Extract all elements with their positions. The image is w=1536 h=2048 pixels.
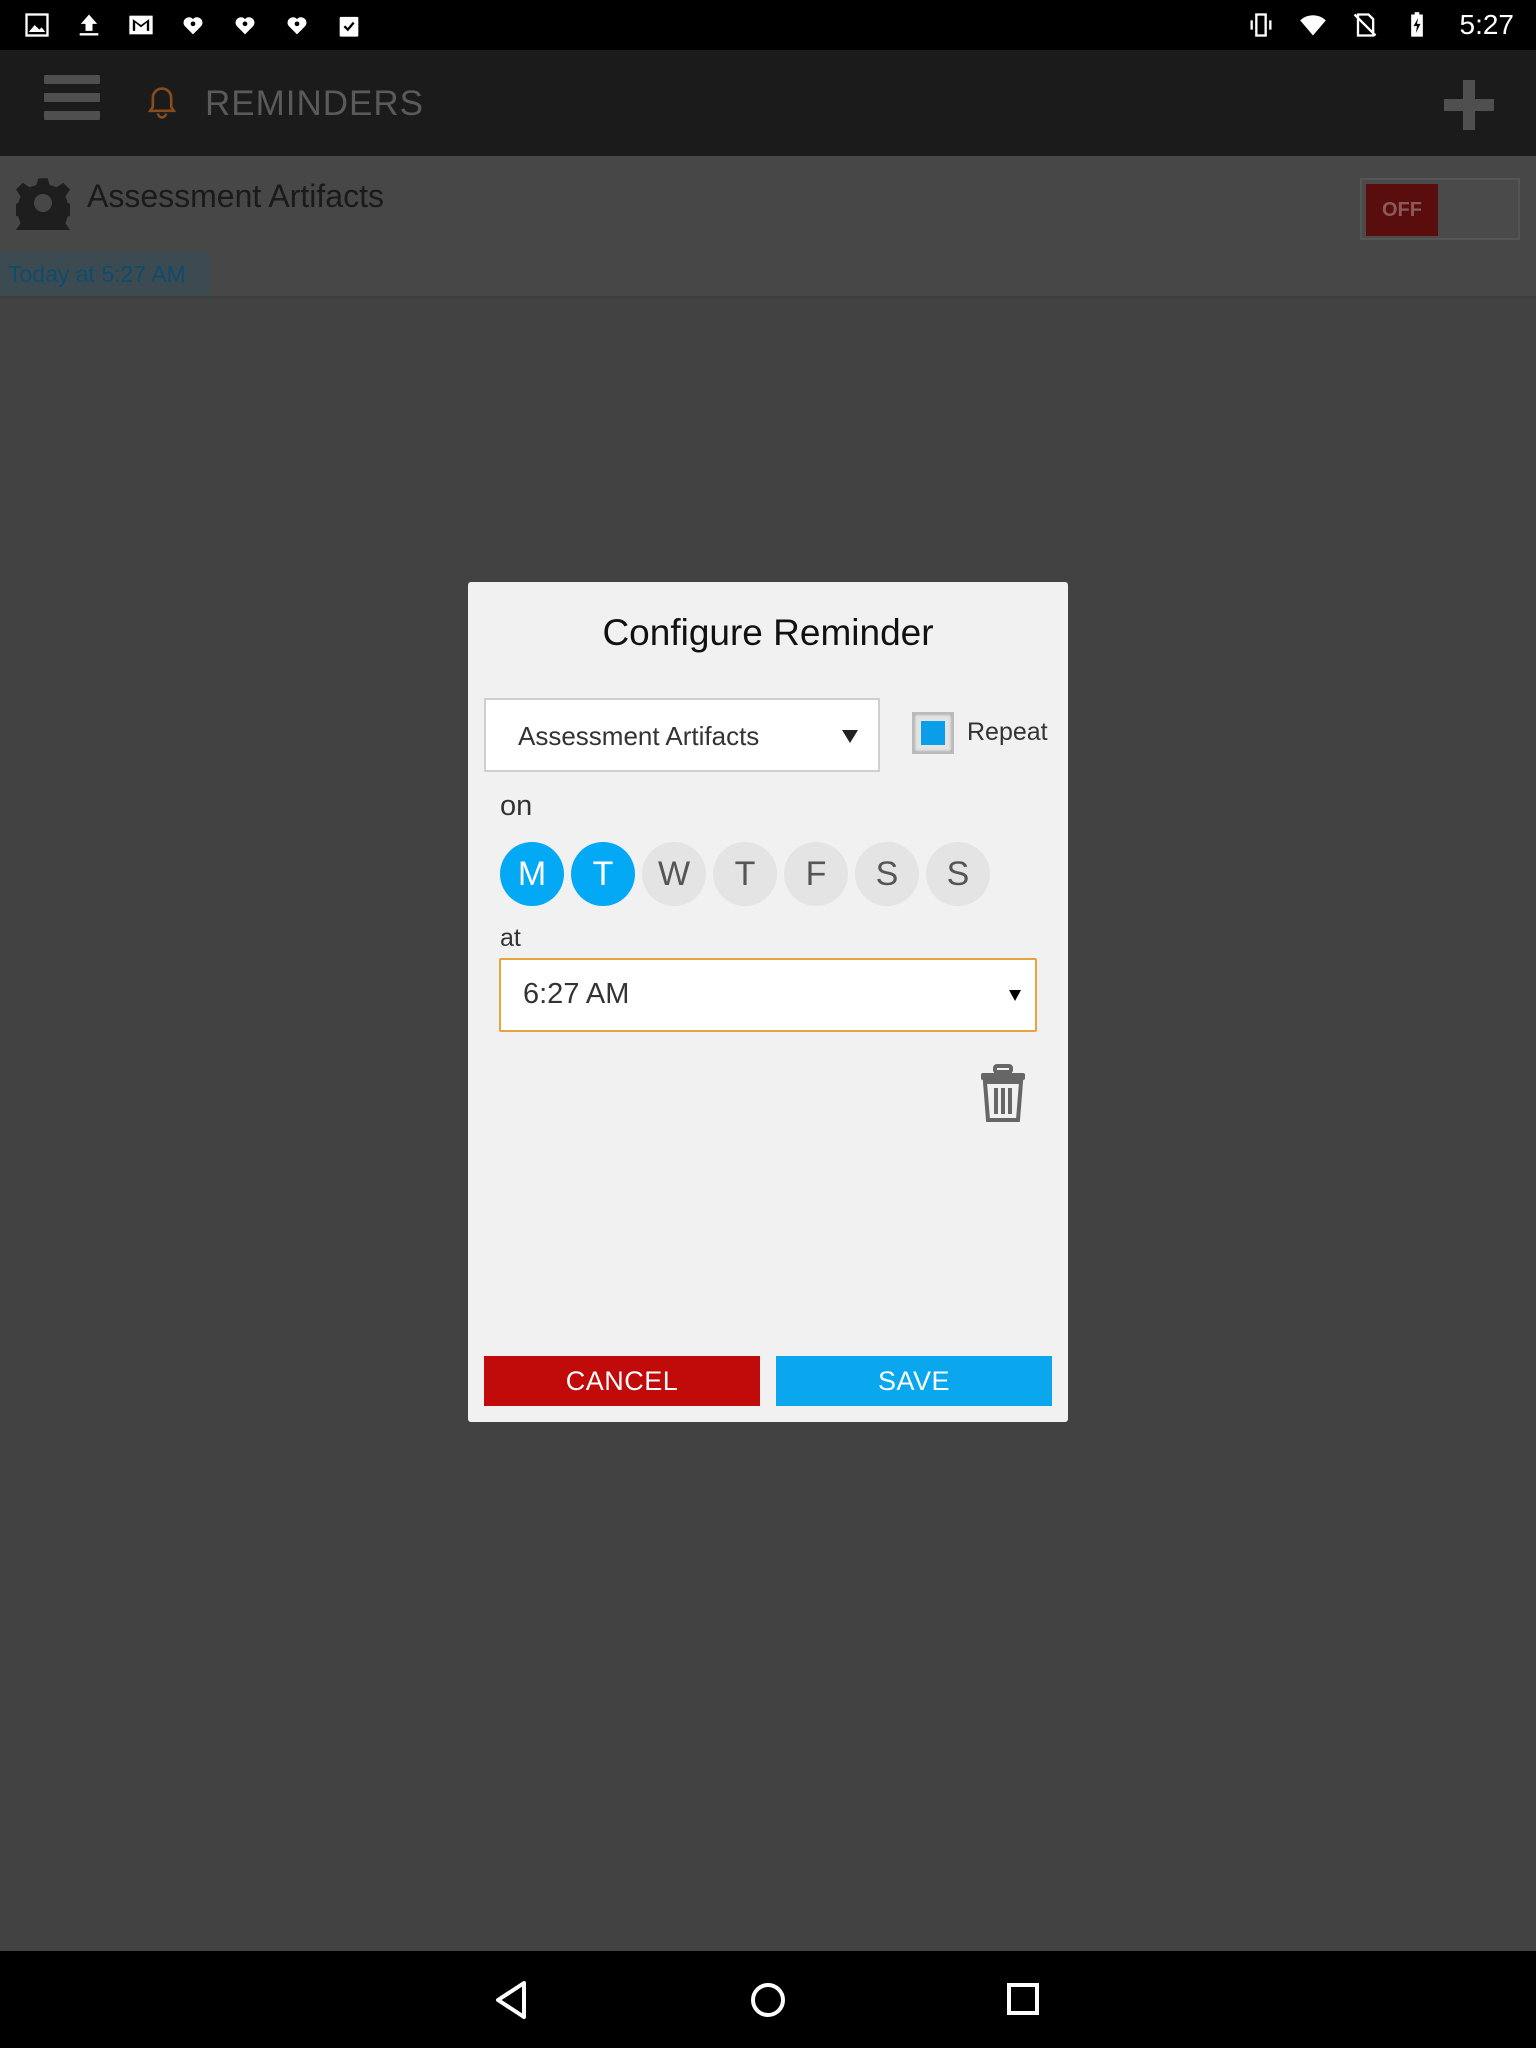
repeat-label: Repeat: [967, 718, 1048, 746]
gear-icon[interactable]: [11, 176, 75, 242]
system-icons: 5:27: [1246, 9, 1515, 41]
screen: 5:27 REMINDERS Assessment Artifacts OFF …: [0, 0, 1536, 2048]
cancel-button[interactable]: CANCEL: [484, 1356, 760, 1406]
hamburger-icon[interactable]: [44, 75, 100, 131]
page-title: REMINDERS: [205, 84, 425, 123]
iheartradio-icon: [178, 10, 208, 40]
time-select[interactable]: 6:27 AM: [499, 958, 1037, 1032]
reminder-toggle[interactable]: OFF: [1360, 178, 1520, 240]
image-icon: [22, 10, 52, 40]
dropdown-caret-icon: [842, 730, 858, 743]
home-icon[interactable]: [743, 1975, 793, 2025]
day-friday[interactable]: F: [784, 842, 848, 906]
iheartradio-icon: [230, 10, 260, 40]
vibrate-icon: [1246, 10, 1276, 40]
dialog-title: Configure Reminder: [602, 612, 934, 653]
day-monday[interactable]: M: [500, 842, 564, 906]
navigation-bar: [0, 1951, 1536, 2048]
on-label: on: [500, 790, 533, 822]
gmail-icon: [126, 10, 156, 40]
reminder-name: Assessment Artifacts: [87, 178, 384, 214]
reminder-item-select-value: Assessment Artifacts: [518, 721, 760, 751]
trash-icon[interactable]: [978, 1064, 1028, 1122]
configure-reminder-dialog: Configure Reminder Assessment Artifacts …: [468, 582, 1068, 1422]
wifi-icon: [1298, 10, 1328, 40]
day-wednesday[interactable]: W: [642, 842, 706, 906]
at-label: at: [500, 924, 521, 952]
dropdown-caret-icon: [1009, 990, 1021, 1001]
clipboard-check-icon: [334, 10, 364, 40]
battery-charging-icon: [1402, 10, 1432, 40]
reminder-item-select[interactable]: Assessment Artifacts: [484, 698, 880, 772]
add-reminder-button[interactable]: [1444, 80, 1494, 130]
app-bar: REMINDERS: [0, 50, 1536, 156]
clock: 5:27: [1459, 9, 1515, 40]
time-select-value: 6:27 AM: [523, 978, 630, 1010]
day-thursday[interactable]: T: [713, 842, 777, 906]
iheartradio-icon: [282, 10, 312, 40]
day-saturday[interactable]: S: [855, 842, 919, 906]
reminder-row[interactable]: Assessment Artifacts OFF Today at 5:27 A…: [0, 156, 1536, 298]
repeat-checkbox[interactable]: [912, 712, 954, 754]
day-tuesday[interactable]: T: [571, 842, 635, 906]
save-button[interactable]: SAVE: [776, 1356, 1052, 1406]
day-selector: M T W T F S S: [500, 842, 990, 906]
reminder-time: Today at 5:27 AM: [0, 252, 210, 296]
no-sim-icon: [1350, 10, 1380, 40]
status-bar: 5:27: [0, 0, 1536, 50]
toggle-off-label: OFF: [1366, 184, 1438, 236]
notification-icons: [22, 10, 364, 40]
day-sunday[interactable]: S: [926, 842, 990, 906]
bell-icon: [146, 86, 178, 120]
recents-icon[interactable]: [999, 1975, 1049, 2025]
back-icon[interactable]: [488, 1975, 538, 2025]
upload-icon: [74, 10, 104, 40]
